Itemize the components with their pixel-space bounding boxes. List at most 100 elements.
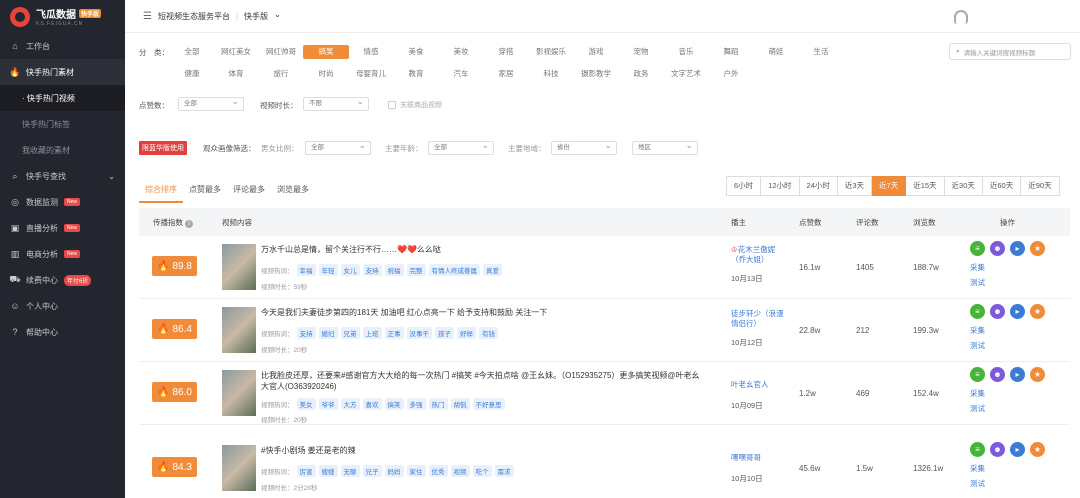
group-icon[interactable]: ☻ — [990, 442, 1005, 457]
hot-word-tag[interactable]: 吃个 — [472, 465, 492, 477]
collect-link[interactable]: 采集 — [970, 262, 985, 273]
play-icon[interactable]: ▸ — [1010, 304, 1025, 319]
time-range-0[interactable]: 6小时 — [726, 176, 762, 196]
age-select[interactable]: 全部 — [428, 139, 494, 155]
category-13[interactable]: 萌娃 — [753, 45, 799, 59]
category-9[interactable]: 游戏 — [573, 45, 619, 59]
category-8[interactable]: 影视娱乐 — [528, 45, 574, 59]
hot-word-tag[interactable]: 真爱 — [483, 264, 502, 276]
category-6[interactable]: 美妆 — [438, 45, 484, 59]
hot-word-tag[interactable]: 爷爷 — [318, 398, 338, 410]
play-icon[interactable]: ▸ — [1010, 241, 1025, 256]
search-input[interactable]: ⌕ 请输入关键词搜视频标题 — [949, 43, 1071, 60]
province-select[interactable]: 省份 — [551, 139, 617, 155]
menu-icon[interactable]: ☰ — [143, 11, 152, 22]
nav-data-monitor[interactable]: ◎ 数据监测 New — [0, 189, 125, 215]
hot-word-tag[interactable]: 厉害 — [296, 465, 316, 477]
hot-word-tag[interactable]: 视频 — [450, 465, 470, 477]
test-link[interactable]: 测试 — [970, 277, 985, 288]
video-thumbnail[interactable] — [222, 370, 256, 416]
hot-word-tag[interactable]: 幸福 — [296, 264, 316, 276]
author-name[interactable]: 叶老幺官人 — [731, 380, 789, 390]
category-3[interactable]: 搞笑 — [303, 45, 349, 59]
category-10[interactable]: 宠物 — [618, 45, 664, 59]
hot-word-tag[interactable]: 媳妇 — [318, 327, 338, 339]
category2-4[interactable]: 母婴育儿 — [348, 67, 394, 81]
time-range-5[interactable]: 近15天 — [906, 176, 945, 196]
nav-help[interactable]: ? 帮助中心 — [0, 319, 125, 345]
category2-9[interactable]: 摄影教学 — [573, 67, 619, 81]
group-icon[interactable]: ☻ — [990, 367, 1005, 382]
sort-tab-0[interactable]: 综合排序 — [139, 184, 183, 203]
category-0[interactable]: 全部 — [169, 45, 215, 59]
hot-word-tag[interactable]: 大方 — [340, 398, 360, 410]
hot-word-tag[interactable]: 搞笑 — [384, 398, 404, 410]
nav-account-search[interactable]: ⌕ 快手号查找 ⌄ — [0, 163, 125, 189]
category-11[interactable]: 音乐 — [663, 45, 709, 59]
video-thumbnail[interactable] — [222, 307, 256, 353]
test-link[interactable]: 测试 — [970, 340, 985, 351]
city-select[interactable]: 地区 — [632, 139, 698, 155]
list-icon[interactable]: ≡ — [970, 241, 985, 256]
video-thumbnail[interactable] — [222, 244, 256, 290]
hot-word-tag[interactable]: 妈妈 — [384, 465, 404, 477]
category2-0[interactable]: 健康 — [169, 67, 215, 81]
category2-8[interactable]: 科技 — [528, 67, 574, 81]
category-5[interactable]: 美食 — [393, 45, 439, 59]
nav-hot-tags[interactable]: 快手热门标签 — [0, 111, 125, 137]
gender-select[interactable]: 全部 — [305, 139, 371, 155]
sort-tab-1[interactable]: 点赞最多 — [183, 184, 227, 200]
star-icon[interactable]: ★ — [1030, 241, 1045, 256]
collect-link[interactable]: 采集 — [970, 325, 985, 336]
version-switch[interactable]: 快手版 — [244, 11, 268, 22]
hot-word-tag[interactable]: 热门 — [428, 398, 448, 410]
star-icon[interactable]: ★ — [1030, 304, 1045, 319]
group-icon[interactable]: ☻ — [990, 304, 1005, 319]
nav-profile[interactable]: ☺ 个人中心 — [0, 293, 125, 319]
chevron-down-icon[interactable]: ⌄ — [274, 10, 281, 19]
hot-word-tag[interactable]: 嫂嫂 — [318, 465, 338, 477]
category2-5[interactable]: 教育 — [393, 67, 439, 81]
hot-word-tag[interactable]: 女儿 — [340, 264, 360, 276]
hot-word-tag[interactable]: 优秀 — [428, 465, 448, 477]
author-name-text[interactable]: 叶老幺官人 — [731, 380, 769, 389]
category2-11[interactable]: 文字艺术 — [663, 67, 709, 81]
category-12[interactable]: 舞蹈 — [708, 45, 754, 59]
video-title[interactable]: 万水千山总是情，留个关注行不行……❤️❤️么么哒 — [261, 244, 706, 255]
time-range-6[interactable]: 近30天 — [944, 176, 983, 196]
category2-10[interactable]: 政务 — [618, 67, 664, 81]
info-icon[interactable]: i — [185, 220, 194, 228]
video-title[interactable]: #快手小剧场 姜还是老的辣 — [261, 445, 706, 456]
hot-word-tag[interactable]: 无聊 — [340, 465, 360, 477]
headset-icon[interactable] — [954, 10, 968, 24]
test-link[interactable]: 测试 — [970, 478, 985, 489]
nav-hot-material[interactable]: 🔥 快手热门素材 — [0, 59, 125, 85]
video-thumbnail[interactable] — [222, 445, 256, 491]
duration-select[interactable]: 不限 — [303, 95, 369, 111]
hot-word-tag[interactable]: 家住 — [406, 465, 426, 477]
collect-link[interactable]: 采集 — [970, 388, 985, 399]
category2-1[interactable]: 体育 — [213, 67, 259, 81]
hot-word-tag[interactable]: 好样 — [457, 327, 476, 339]
time-range-8[interactable]: 近90天 — [1021, 176, 1060, 196]
author-name-text[interactable]: 花木兰傲妮（乔大姐） — [731, 245, 775, 264]
hot-word-tag[interactable]: 不好意思 — [472, 398, 505, 410]
star-icon[interactable]: ★ — [1030, 367, 1045, 382]
hot-word-tag[interactable]: 兄子 — [362, 465, 382, 477]
hot-word-tag[interactable]: 上班 — [362, 327, 382, 339]
author-name[interactable]: 徒步轩少（浪漫情侣行） — [731, 309, 789, 329]
hot-word-tag[interactable]: 需求 — [494, 465, 514, 477]
play-icon[interactable]: ▸ — [1010, 367, 1025, 382]
collect-link[interactable]: 采集 — [970, 463, 985, 474]
hot-word-tag[interactable]: 孩子 — [435, 327, 454, 339]
test-link[interactable]: 测试 — [970, 403, 985, 414]
nav-my-favorites[interactable]: 我收藏的素材 — [0, 137, 125, 163]
author-name-text[interactable]: 嘿嘿哥哥 — [731, 453, 761, 462]
nav-workbench[interactable]: ⌂ 工作台 — [0, 33, 125, 59]
likes-select[interactable]: 全部 — [178, 95, 244, 111]
nav-hot-video[interactable]: · 快手热门视频 — [0, 85, 125, 111]
hot-word-tag[interactable]: 喜欢 — [362, 398, 382, 410]
hot-word-tag[interactable]: 有情人终成眷属 — [428, 264, 480, 276]
hot-word-tag[interactable]: 支持 — [296, 327, 316, 339]
time-range-2[interactable]: 24小时 — [799, 176, 838, 196]
